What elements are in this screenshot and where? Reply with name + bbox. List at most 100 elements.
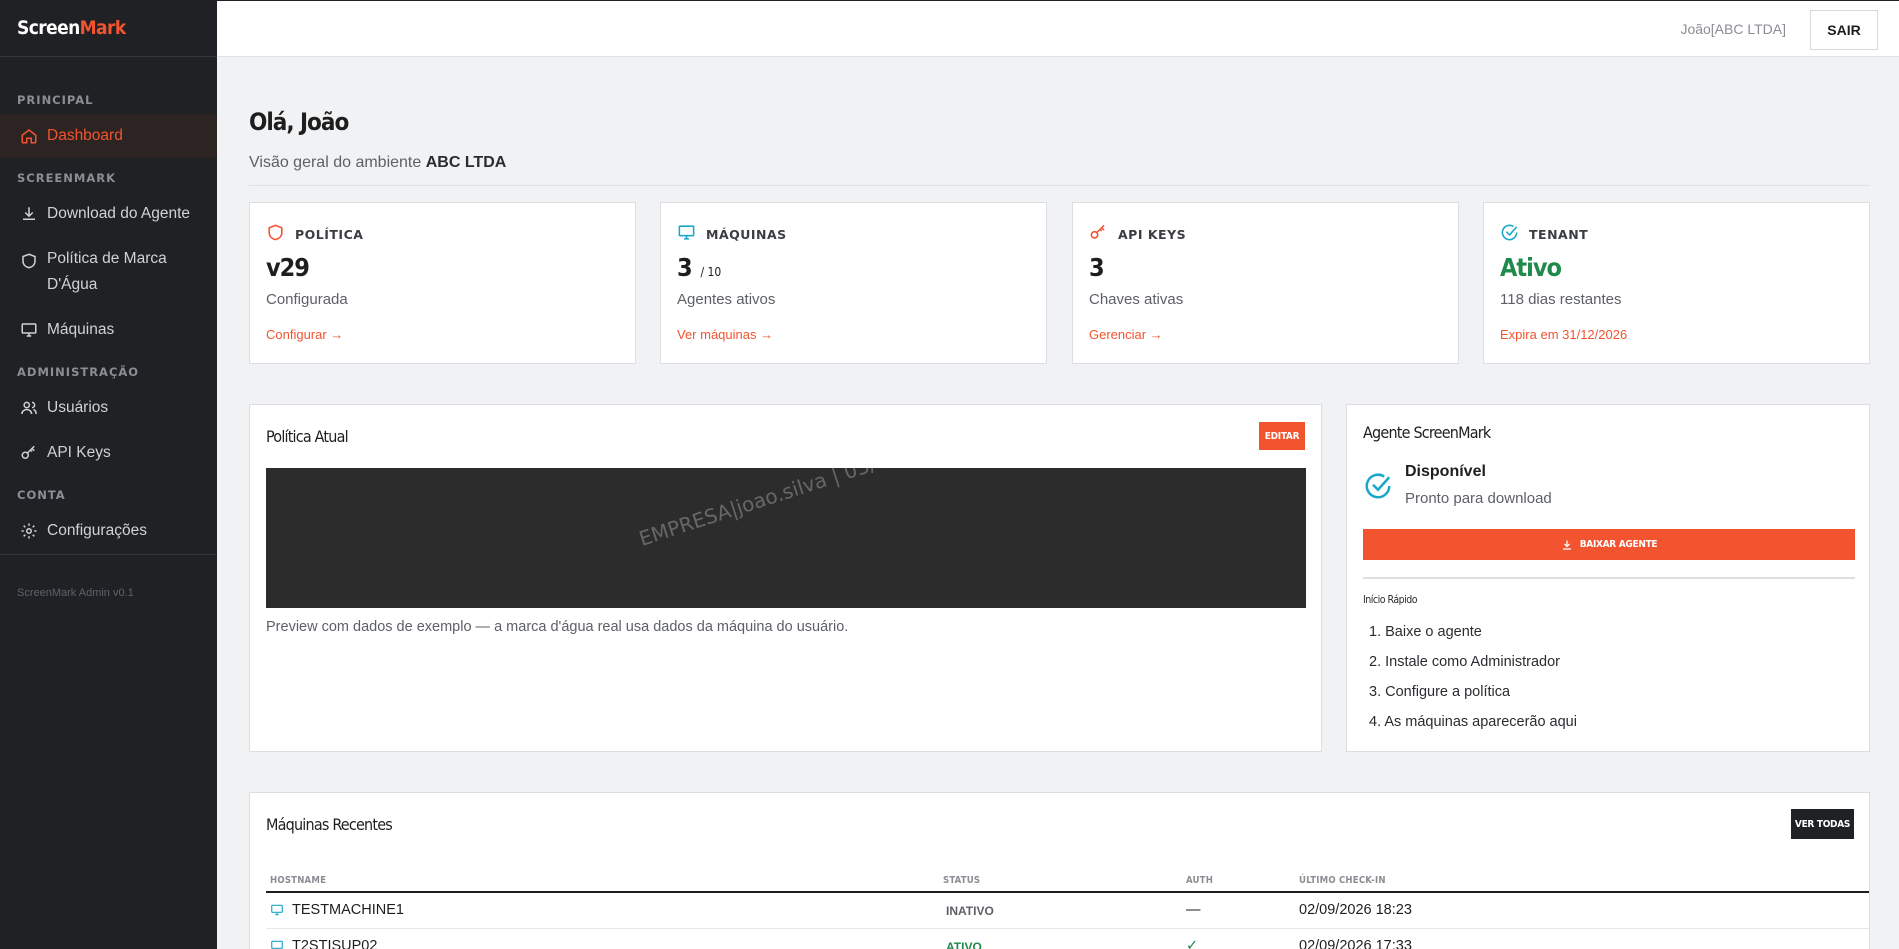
auth-value: — xyxy=(1186,902,1201,918)
stat-label: POLÍTICA xyxy=(295,227,364,242)
sidebar-item-download[interactable]: Download do Agente xyxy=(0,192,217,236)
shield-icon xyxy=(20,252,38,270)
quickstart-step: 4. As máquinas aparecerão aqui xyxy=(1369,714,1577,730)
brand-logo[interactable]: Screen Mark xyxy=(0,0,217,57)
checkin-date: 02/09/2026 17:33 xyxy=(1299,938,1412,949)
machines-title: Máquinas Recentes xyxy=(266,815,393,834)
stat-value: 3 xyxy=(1089,253,1105,282)
sidebar-item-label-wrap: Política de Marca D'Água xyxy=(47,246,167,298)
view-machines-link[interactable]: Ver máquinas → xyxy=(677,327,773,342)
check-circle-icon xyxy=(1363,471,1393,501)
monitor-icon xyxy=(271,940,283,949)
table-row[interactable]: TESTMACHINE1 INATIVO — 02/09/2026 18:23 xyxy=(266,893,1869,929)
stat-value: 3 / 10 xyxy=(677,253,721,282)
monitor-icon xyxy=(20,321,38,339)
manage-keys-link[interactable]: Gerenciar → xyxy=(1089,327,1163,342)
hostname-cell: TESTMACHINE1 xyxy=(270,902,404,918)
sidebar-divider xyxy=(0,554,217,555)
shield-icon xyxy=(266,223,285,242)
sidebar-item-settings[interactable]: Configurações xyxy=(0,509,217,553)
checkin-date: 02/09/2026 18:23 xyxy=(1299,902,1412,918)
sidebar-item-dashboard[interactable]: Dashboard xyxy=(0,114,217,158)
download-icon xyxy=(20,205,38,223)
subtitle-prefix: Visão geral do ambiente xyxy=(249,154,426,171)
gear-icon xyxy=(20,522,38,540)
current-user: João[ABC LTDA] xyxy=(1680,21,1786,37)
stat-value-suffix: / 10 xyxy=(700,265,722,279)
agent-title: Agente ScreenMark xyxy=(1363,423,1491,442)
monitor-icon xyxy=(271,904,283,916)
sidebar-item-label: Configurações xyxy=(47,522,147,539)
section-screenmark: SCREENMARK xyxy=(17,171,117,185)
agent-panel: Agente ScreenMark Disponível Pronto para… xyxy=(1346,404,1870,752)
hostname: T2STISUP02 xyxy=(292,938,378,949)
monitor-icon xyxy=(677,223,696,242)
expiry-link[interactable]: Expira em 31/12/2026 xyxy=(1500,327,1627,342)
sidebar-item-label: Máquinas xyxy=(47,321,115,338)
topbar: João[ABC LTDA] SAIR xyxy=(217,0,1899,57)
quickstart-step: 1. Baixe o agente xyxy=(1369,624,1482,640)
status-badge: INATIVO xyxy=(946,904,994,918)
sidebar-item-api-keys[interactable]: API Keys xyxy=(0,431,217,475)
column-header-checkin[interactable]: ÚLTIMO CHECK-IN xyxy=(1299,875,1386,886)
column-header-hostname[interactable]: HOSTNAME xyxy=(270,875,326,886)
column-header-status[interactable]: STATUS xyxy=(943,875,980,886)
table-row[interactable]: T2STISUP02 ATIVO ✓ 02/09/2026 17:33 xyxy=(266,929,1869,949)
watermark-preview: EMPRESA|joao.silva | 03/09/2026 xyxy=(266,468,1306,608)
check-circle-icon xyxy=(1500,223,1519,242)
stat-label: API KEYS xyxy=(1118,227,1187,242)
stat-description: Chaves ativas xyxy=(1089,291,1184,308)
download-agent-button[interactable]: BAIXAR AGENTE xyxy=(1363,529,1855,560)
quickstart-step: 2. Instale como Administrador xyxy=(1369,654,1561,670)
download-icon xyxy=(1562,540,1571,550)
download-agent-label: BAIXAR AGENTE xyxy=(1579,539,1658,550)
sidebar-item-label: API Keys xyxy=(47,444,111,461)
brand-part1: Screen xyxy=(17,17,80,39)
key-icon xyxy=(1089,223,1108,242)
policy-panel: Política Atual EDITAR EMPRESA|joao.silva… xyxy=(249,404,1322,752)
stat-description: Agentes ativos xyxy=(677,291,776,308)
sidebar: Screen Mark PRINCIPAL Dashboard SCREENMAR… xyxy=(0,0,217,949)
sidebar-item-label: Dashboard xyxy=(47,127,123,144)
quickstart-step: 3. Configure a política xyxy=(1369,684,1511,700)
stat-value: Ativo xyxy=(1500,253,1562,282)
stat-label: MÁQUINAS xyxy=(706,227,787,242)
stat-value: v29 xyxy=(266,253,310,282)
quickstart-title: Início Rápido xyxy=(1363,594,1418,606)
preview-note: Preview com dados de exemplo — a marca d… xyxy=(266,619,849,635)
column-header-auth[interactable]: AUTH xyxy=(1186,875,1213,886)
status-badge: ATIVO xyxy=(946,940,982,949)
quickstart-list: 1. Baixe o agente 2. Instale como Admini… xyxy=(1369,624,1577,744)
hostname-cell: T2STISUP02 xyxy=(270,938,377,949)
stat-card-machines: MÁQUINAS 3 / 10 Agentes ativos Ver máqui… xyxy=(660,202,1047,364)
page-title: Olá, João xyxy=(249,108,349,136)
key-icon xyxy=(20,444,38,462)
sidebar-item-machines[interactable]: Máquinas xyxy=(0,308,217,352)
tenant-name: ABC LTDA xyxy=(425,154,507,171)
home-icon xyxy=(20,127,38,145)
sidebar-item-label: Download do Agente xyxy=(47,205,191,222)
watermark-text: EMPRESA|joao.silva | 03/09/2026 xyxy=(636,468,958,551)
stat-description: Configurada xyxy=(266,291,348,308)
section-administracao: ADMINISTRAÇÃO xyxy=(17,365,140,379)
stat-card-api-keys: API KEYS 3 Chaves ativas Gerenciar → xyxy=(1072,202,1459,364)
sidebar-item-watermark-policy[interactable]: Política de Marca D'Água xyxy=(0,246,217,298)
stat-card-tenant: TENANT Ativo 118 dias restantes Expira e… xyxy=(1483,202,1870,364)
page-subtitle: Visão geral do ambiente ABC LTDA xyxy=(249,154,506,172)
logout-button[interactable]: SAIR xyxy=(1810,10,1878,50)
agent-divider xyxy=(1363,577,1855,579)
agent-status-sub: Pronto para download xyxy=(1405,490,1552,507)
app-version: ScreenMark Admin v0.1 xyxy=(17,587,134,599)
recent-machines-panel: Máquinas Recentes VER TODAS HOSTNAME STA… xyxy=(249,792,1870,949)
users-icon xyxy=(20,399,38,417)
section-conta: CONTA xyxy=(17,488,66,502)
sidebar-item-users[interactable]: Usuários xyxy=(0,386,217,430)
configure-link[interactable]: Configurar → xyxy=(266,327,343,342)
sidebar-item-label: Usuários xyxy=(47,399,109,416)
view-all-button[interactable]: VER TODAS xyxy=(1791,809,1854,839)
section-principal: PRINCIPAL xyxy=(17,93,94,107)
brand-part2: Mark xyxy=(79,17,127,39)
edit-policy-button[interactable]: EDITAR xyxy=(1259,422,1305,450)
sidebar-item-label: Política de Marca xyxy=(47,250,167,267)
stat-card-policy: POLÍTICA v29 Configurada Configurar → xyxy=(249,202,636,364)
